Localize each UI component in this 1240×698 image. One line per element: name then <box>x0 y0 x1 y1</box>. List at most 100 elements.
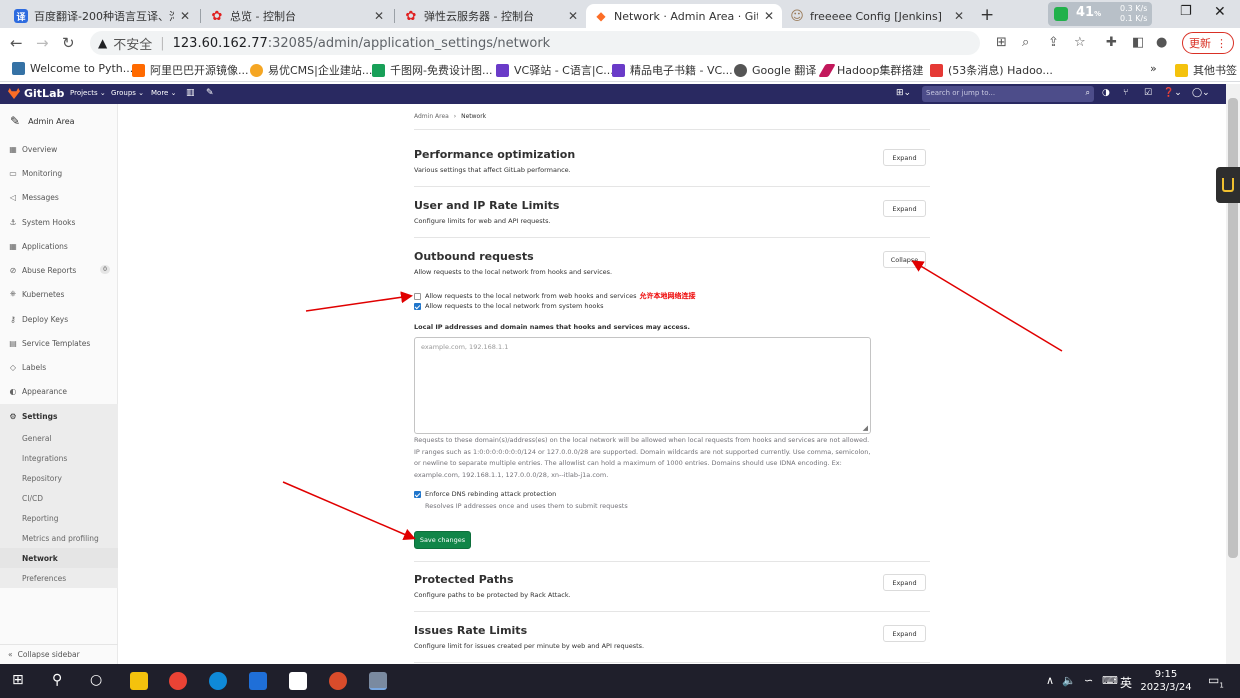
issues-icon[interactable]: ◑ <box>1102 88 1110 98</box>
close-icon[interactable]: ✕ <box>954 9 964 23</box>
keyboard-icon[interactable]: ⌨ <box>1102 674 1118 687</box>
sidebar-sub-cicd[interactable]: CI/CD <box>0 488 118 508</box>
dns-rebinding-label[interactable]: Enforce DNS rebinding attack protection <box>425 490 556 498</box>
share-icon[interactable]: ⇪ <box>1048 35 1059 50</box>
expand-button[interactable]: Expand <box>883 200 926 217</box>
sidebar-item-messages[interactable]: ◁ Messages <box>0 185 118 209</box>
volume-icon[interactable]: 🔈 <box>1062 674 1076 687</box>
breadcrumb-admin-area[interactable]: Admin Area <box>414 113 449 120</box>
sidebar-item-kubernetes[interactable]: ⎈ Kubernetes <box>0 282 118 306</box>
bookmark-item[interactable]: 易优CMS|企业建站... <box>250 62 372 78</box>
allow-web-hooks-checkbox[interactable] <box>414 292 421 300</box>
new-item-plus-icon[interactable]: ⊞⌄ <box>896 88 911 98</box>
collapse-sidebar-button[interactable]: « Collapse sidebar <box>0 644 118 664</box>
save-changes-button[interactable]: Save changes <box>414 531 471 549</box>
extensions-icon[interactable]: ✚ <box>1106 35 1117 50</box>
allow-system-hooks-checkbox[interactable] <box>414 302 421 310</box>
allow-web-hooks-label[interactable]: Allow requests to the local network from… <box>425 292 637 300</box>
bookmark-star-icon[interactable]: ☆ <box>1074 35 1086 50</box>
bookmark-item[interactable]: Welcome to Pyth... <box>12 62 133 75</box>
taskbar-clock[interactable]: 9:15 2023/3/24 <box>1136 668 1196 694</box>
close-icon[interactable]: ✕ <box>764 9 774 23</box>
media-player-icon[interactable] <box>249 672 267 690</box>
sidebar-sub-integrations[interactable]: Integrations <box>0 448 118 468</box>
sidebar-item-abuse-reports[interactable]: ⊘ Abuse Reports 0 <box>0 258 118 282</box>
close-icon[interactable]: ✕ <box>568 9 578 23</box>
merge-requests-icon[interactable]: ⑂ <box>1123 88 1128 98</box>
bookmark-item[interactable]: 阿里巴巴开源镜像... <box>132 62 249 78</box>
update-button[interactable]: 更新 ⋮ <box>1182 32 1234 54</box>
file-explorer-icon[interactable] <box>130 672 148 690</box>
other-bookmarks[interactable]: 其他书签 <box>1175 62 1237 78</box>
tray-chevron-icon[interactable]: ∧ <box>1046 674 1054 687</box>
search-input[interactable]: Search or jump to... ⌕ <box>922 86 1094 102</box>
side-widget[interactable] <box>1216 167 1240 203</box>
back-arrow-icon[interactable]: ← <box>10 34 23 52</box>
sidebar-sub-metrics[interactable]: Metrics and profiling <box>0 528 118 548</box>
browser-tab-overview-console[interactable]: ✿ 总览 - 控制台 ✕ <box>202 4 392 28</box>
expand-button[interactable]: Expand <box>883 574 926 591</box>
translate-icon[interactable]: ⊞ <box>996 35 1007 50</box>
close-window-icon[interactable]: ✕ <box>1214 4 1226 20</box>
bookmark-item[interactable]: (53条消息) Hadoo... <box>930 62 1053 78</box>
close-icon[interactable]: ✕ <box>374 9 384 23</box>
activity-chart-icon[interactable]: ▥ <box>186 88 195 98</box>
collapse-button[interactable]: Collapse <box>883 251 926 268</box>
dns-rebinding-checkbox[interactable] <box>414 490 421 498</box>
zoom-icon[interactable]: ⌕ <box>1022 35 1029 50</box>
bookmark-item[interactable]: Google 翻译 <box>734 62 816 78</box>
todos-icon[interactable]: ☑ <box>1144 88 1152 98</box>
reload-icon[interactable]: ↻ <box>62 34 75 52</box>
bookmark-item[interactable]: 千图网-免费设计图... <box>372 62 492 78</box>
sidebar-item-settings[interactable]: ⚙ Settings <box>0 404 118 428</box>
restore-window-icon[interactable]: ❐ <box>1180 4 1192 19</box>
sidebar-sub-network[interactable]: Network <box>0 548 118 568</box>
forward-arrow-icon[interactable]: → <box>36 34 49 52</box>
active-app-icon[interactable] <box>369 672 387 690</box>
bookmark-item[interactable]: 精品电子书籍 - VC... <box>612 62 733 78</box>
browser-tab-jenkins[interactable]: ☺ freeeee Config [Jenkins] ✕ <box>782 4 972 28</box>
sidebar-sub-reporting[interactable]: Reporting <box>0 508 118 528</box>
allow-system-hooks-label[interactable]: Allow requests to the local network from… <box>425 302 604 310</box>
browser-tab-baidu-translate[interactable]: 译 百度翻译-200种语言互译、沟通 ✕ <box>6 4 198 28</box>
sidebar-header[interactable]: ✎ Admin Area <box>0 104 118 138</box>
sidebar-item-appearance[interactable]: ◐ Appearance <box>0 379 118 403</box>
sidebar-sub-preferences[interactable]: Preferences <box>0 568 118 588</box>
address-bar[interactable]: ▲ 不安全 | 123.60.162.77 :32085/admin/appli… <box>90 31 980 55</box>
edge-icon[interactable] <box>209 672 227 690</box>
sidebar-item-overview[interactable]: ▦ Overview <box>0 137 118 161</box>
help-icon[interactable]: ❓⌄ <box>1163 88 1182 98</box>
chrome-icon[interactable] <box>169 672 187 690</box>
resize-grip-icon[interactable]: ◢ <box>863 424 868 432</box>
allowlist-textarea[interactable]: example.com, 192.168.1.1 ◢ <box>414 337 871 434</box>
notification-icon[interactable]: ▭1 <box>1208 673 1224 689</box>
gitlab-logo[interactable]: GitLab <box>8 87 64 100</box>
bookmarks-overflow-button[interactable]: » <box>1150 62 1157 75</box>
more-menu[interactable]: More ⌄ <box>151 89 176 97</box>
sidebar-item-monitoring[interactable]: ▭ Monitoring <box>0 161 118 185</box>
expand-button[interactable]: Expand <box>883 625 926 642</box>
typora-icon[interactable] <box>289 672 307 690</box>
sidebar-sub-repository[interactable]: Repository <box>0 468 118 488</box>
browser-tab-gitlab-network[interactable]: ◆ Network · Admin Area · GitLab ✕ <box>586 4 782 28</box>
new-tab-button[interactable]: + <box>980 5 994 25</box>
windows-start-icon[interactable]: ⊞ <box>12 672 24 688</box>
sidebar-item-labels[interactable]: ◇ Labels <box>0 355 118 379</box>
sidebar-item-deploy-keys[interactable]: ⚷ Deploy Keys <box>0 307 118 331</box>
task-view-icon[interactable]: ○ <box>90 672 102 688</box>
sidebar-sub-general[interactable]: General <box>0 428 118 448</box>
bookmark-item[interactable]: VC驿站 - C语言|C... <box>496 62 614 78</box>
groups-menu[interactable]: Groups ⌄ <box>111 89 144 97</box>
browser-tab-ecs-console[interactable]: ✿ 弹性云服务器 - 控制台 ✕ <box>396 4 586 28</box>
user-avatar-icon[interactable]: ◯⌄ <box>1192 88 1210 98</box>
wrench-icon[interactable]: ✎ <box>206 88 214 98</box>
wifi-icon[interactable]: ∽ <box>1084 674 1093 687</box>
sidebar-item-applications[interactable]: ▦ Applications <box>0 234 118 258</box>
ime-indicator[interactable]: 英 <box>1120 674 1132 691</box>
search-icon[interactable]: ⚲ <box>52 672 62 688</box>
side-panel-icon[interactable]: ◧ <box>1132 35 1144 50</box>
sidebar-item-system-hooks[interactable]: ⚓ System Hooks <box>0 210 118 234</box>
snail-app-icon[interactable] <box>329 672 347 690</box>
profile-icon[interactable]: ● <box>1156 35 1167 50</box>
bookmark-item[interactable]: Hadoop集群搭建 <box>818 62 923 78</box>
